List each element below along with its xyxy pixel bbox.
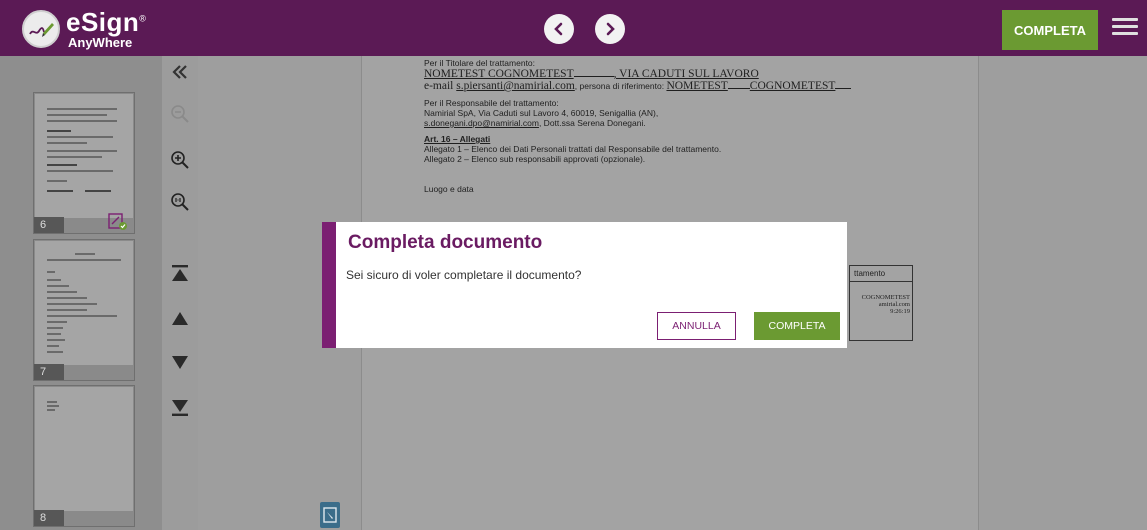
app-logo: eSign® AnyWhere bbox=[22, 9, 146, 49]
page-thumbnail[interactable]: 6 bbox=[33, 92, 135, 234]
thumbnail-panel: 6 7 8 bbox=[0, 56, 162, 530]
complete-document-dialog: Completa documento Sei sicuro di voler c… bbox=[322, 222, 847, 348]
first-page-icon bbox=[172, 265, 188, 281]
logo-wordmark: eSign® bbox=[66, 7, 147, 37]
collapse-panel-button[interactable] bbox=[168, 60, 192, 84]
signature-box: ttamento COGNOMETEST amirial.com 9:26:19 bbox=[849, 265, 913, 341]
zoom-reset-button[interactable] bbox=[168, 190, 192, 214]
zoom-in-icon bbox=[171, 151, 189, 169]
signed-check-icon bbox=[108, 213, 127, 230]
processor-contact: s.donegani.dpo@namirial.com, Dott.ssa Se… bbox=[424, 118, 646, 128]
confirm-complete-button[interactable]: COMPLETA bbox=[754, 312, 840, 340]
top-bar: eSign® AnyWhere COMPLETA bbox=[0, 0, 1147, 56]
chevron-left-icon bbox=[554, 22, 563, 36]
zoom-actual-size-icon bbox=[171, 193, 189, 211]
owner-label: Per il Titolare del trattamento: bbox=[424, 58, 536, 68]
article-title: Art. 16 – Allegati bbox=[424, 134, 491, 144]
dialog-accent-stripe bbox=[322, 222, 336, 348]
logo-subtitle: AnyWhere bbox=[68, 35, 133, 50]
thumbnail-page-number: 8 bbox=[34, 510, 64, 526]
triangle-down-icon bbox=[172, 356, 188, 369]
zoom-in-button[interactable] bbox=[168, 148, 192, 172]
next-button[interactable] bbox=[595, 14, 625, 44]
next-page-button[interactable] bbox=[168, 351, 192, 375]
place-date-label: Luogo e data bbox=[424, 184, 474, 194]
thumbnail-page-number: 6 bbox=[34, 217, 64, 233]
first-page-button[interactable] bbox=[168, 261, 192, 285]
dialog-title: Completa documento bbox=[348, 232, 543, 253]
viewer-toolbar bbox=[162, 56, 198, 530]
processor-label: Per il Responsabile del trattamento: bbox=[424, 98, 559, 108]
owner-line: NOMETEST COGNOMETEST, VIA CADUTI SUL LAV… bbox=[424, 68, 759, 80]
annex-1: Allegato 1 – Elenco dei Dati Personali t… bbox=[424, 144, 722, 154]
annex-2: Allegato 2 – Elenco sub responsabili app… bbox=[424, 154, 646, 164]
last-page-button[interactable] bbox=[168, 396, 192, 420]
previous-page-button[interactable] bbox=[168, 306, 192, 330]
document-text: Per il Titolare del trattamento: NOMETES… bbox=[424, 56, 964, 194]
zoom-out-button[interactable] bbox=[168, 102, 192, 126]
signature-pen-logo-icon bbox=[22, 10, 60, 48]
cancel-button[interactable]: ANNULLA bbox=[657, 312, 736, 340]
owner-contact: e-mail s.piersanti@namirial.com, persona… bbox=[424, 80, 964, 92]
last-page-icon bbox=[172, 400, 188, 416]
zoom-out-icon bbox=[171, 105, 189, 123]
processor-address: Namirial SpA, Via Caduti sul Lavoro 4, 6… bbox=[424, 108, 659, 118]
complete-button[interactable]: COMPLETA bbox=[1002, 10, 1098, 50]
triangle-up-icon bbox=[172, 312, 188, 325]
dialog-message: Sei sicuro di voler completare il docume… bbox=[346, 268, 582, 282]
double-chevron-left-icon bbox=[172, 65, 187, 79]
page-thumbnail[interactable]: 7 bbox=[33, 239, 135, 381]
page-thumbnail[interactable]: 8 bbox=[33, 385, 135, 527]
thumbnail-page-number: 7 bbox=[34, 364, 64, 380]
signature-field-icon[interactable] bbox=[320, 502, 340, 528]
chevron-right-icon bbox=[606, 22, 615, 36]
hamburger-menu-icon[interactable] bbox=[1112, 18, 1138, 40]
previous-button[interactable] bbox=[544, 14, 574, 44]
